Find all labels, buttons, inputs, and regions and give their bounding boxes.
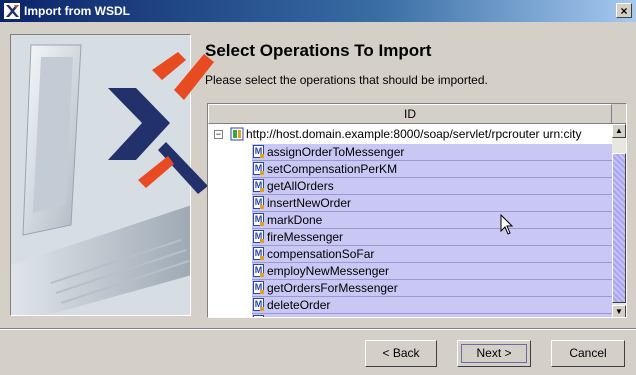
close-button[interactable]: × bbox=[616, 3, 632, 18]
method-icon: M bbox=[253, 281, 264, 294]
x-logo-icon bbox=[108, 52, 214, 194]
operation-name: compensationSoFar bbox=[267, 247, 375, 261]
method-icon: M bbox=[253, 196, 264, 209]
cancel-button[interactable]: Cancel bbox=[551, 340, 625, 367]
method-icon: M bbox=[253, 264, 264, 277]
operations-tree: − http://host.domain.example:8000/soap/s… bbox=[208, 124, 612, 317]
operation-row[interactable]: M setCompensationPerKM bbox=[252, 161, 612, 178]
method-icon: M bbox=[253, 315, 264, 317]
window-title: Import from WSDL bbox=[24, 4, 130, 18]
method-icon: M bbox=[253, 145, 264, 158]
page-title: Select Operations To Import bbox=[205, 41, 432, 60]
method-icon: M bbox=[253, 247, 264, 260]
operation-row[interactable]: M getAllOrders bbox=[252, 178, 612, 195]
focus-ring bbox=[461, 344, 527, 363]
operation-name: fireMessenger bbox=[267, 230, 344, 244]
operation-row[interactable]: M bbox=[252, 314, 612, 317]
mouse-pointer-icon bbox=[500, 214, 514, 235]
operation-name: employNewMessenger bbox=[267, 264, 390, 278]
next-button[interactable]: Next > bbox=[457, 340, 531, 367]
page-subtitle: Please select the operations that should… bbox=[205, 73, 488, 87]
operation-row[interactable]: M compensationSoFar bbox=[252, 246, 612, 263]
button-separator bbox=[0, 328, 636, 330]
x-logo-icon bbox=[4, 3, 20, 19]
method-icon: M bbox=[253, 162, 264, 175]
operation-name: deleteOrder bbox=[267, 298, 331, 312]
operation-name: setCompensationPerKM bbox=[267, 162, 398, 176]
operation-name: getAllOrders bbox=[267, 179, 334, 193]
service-url: http://host.domain.example:8000/soap/ser… bbox=[246, 127, 582, 141]
method-icon: M bbox=[253, 298, 264, 311]
operation-name: markDone bbox=[267, 213, 323, 227]
operation-row[interactable]: M insertNewOrder bbox=[252, 195, 612, 212]
tree-root-row[interactable]: − http://host.domain.example:8000/soap/s… bbox=[208, 126, 612, 143]
operation-row[interactable]: M getOrdersForMessenger bbox=[252, 280, 612, 297]
scroll-up-icon[interactable]: ▲ bbox=[612, 124, 626, 138]
method-icon: M bbox=[253, 179, 264, 192]
operation-row[interactable]: M employNewMessenger bbox=[252, 263, 612, 280]
service-icon bbox=[230, 127, 244, 141]
operation-row[interactable]: M markDone bbox=[252, 212, 612, 229]
operation-row[interactable]: M assignOrderToMessenger bbox=[252, 144, 612, 161]
import-wsdl-dialog: Import from WSDL × Select Operations To … bbox=[0, 0, 636, 375]
operation-row[interactable]: M deleteOrder bbox=[252, 297, 612, 314]
collapse-icon[interactable]: − bbox=[214, 130, 223, 139]
method-icon: M bbox=[253, 230, 264, 243]
scrollbar-thumb[interactable] bbox=[612, 153, 626, 303]
scroll-down-icon[interactable]: ▼ bbox=[612, 305, 626, 317]
back-button[interactable]: < Back bbox=[365, 340, 437, 367]
vertical-scrollbar[interactable]: ▲ ▼ bbox=[612, 124, 626, 317]
method-icon: M bbox=[253, 213, 264, 226]
operation-row[interactable]: M fireMessenger bbox=[252, 229, 612, 246]
column-header-id[interactable]: ID bbox=[208, 104, 612, 124]
operation-name: assignOrderToMessenger bbox=[267, 145, 405, 159]
header-corner bbox=[612, 104, 626, 124]
operation-name: getOrdersForMessenger bbox=[267, 281, 398, 295]
title-bar[interactable]: Import from WSDL × bbox=[0, 0, 636, 22]
operation-name: insertNewOrder bbox=[267, 196, 352, 210]
operations-tree-table: ID − http://host.domain.example:8000/soa… bbox=[207, 103, 627, 318]
